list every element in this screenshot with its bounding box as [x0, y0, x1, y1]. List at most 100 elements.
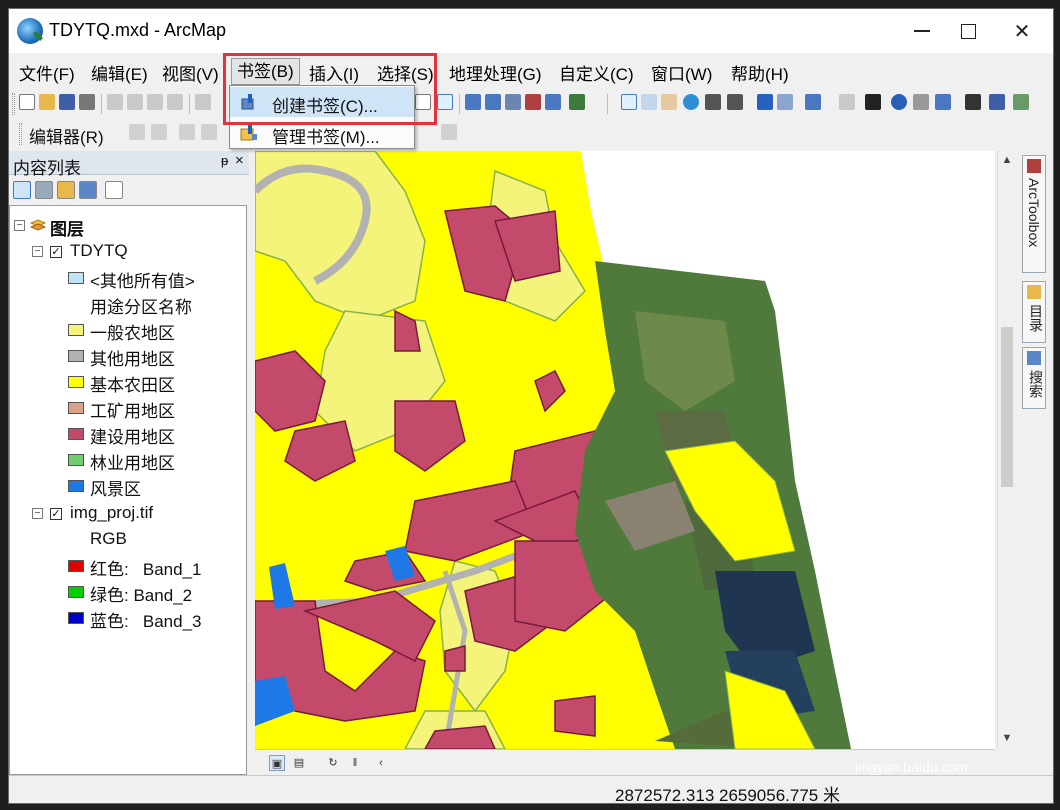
- chart-icon[interactable]: [437, 94, 453, 110]
- toolbar-grip[interactable]: [12, 93, 15, 115]
- map-display[interactable]: [255, 151, 995, 749]
- pin-icon[interactable]: ᵽ: [221, 153, 228, 168]
- attributes-icon[interactable]: [441, 124, 457, 140]
- cursor-coordinates: 2872572.313 2659056.775 米: [615, 786, 840, 804]
- zoom-out-icon[interactable]: [641, 94, 657, 110]
- go-to-xy-icon[interactable]: [989, 94, 1005, 110]
- collapse-icon[interactable]: −: [32, 508, 43, 519]
- menu-bar: 文件(F) 编辑(E) 视图(V) 书签(B) 插入(I) 选择(S) 地理处理…: [9, 55, 1053, 87]
- arctoolbox-icon[interactable]: [525, 94, 541, 110]
- fixed-zoom-out-icon[interactable]: [727, 94, 743, 110]
- minimize-button[interactable]: [899, 9, 945, 53]
- html-popup-icon[interactable]: [935, 94, 951, 110]
- scroll-left-icon[interactable]: ‹: [373, 755, 389, 771]
- legend-field-label: 用途分区名称: [90, 298, 192, 317]
- close-button[interactable]: ✕: [999, 9, 1045, 53]
- python-window-icon[interactable]: [545, 94, 561, 110]
- print-icon[interactable]: [79, 94, 95, 110]
- search-window-icon[interactable]: [505, 94, 521, 110]
- new-document-icon[interactable]: [19, 94, 35, 110]
- band-item: 蓝色: Band_3: [68, 606, 238, 631]
- layout-view-icon[interactable]: ▤: [291, 755, 307, 771]
- layer-row-img-proj[interactable]: − ✓ img_proj.tif: [32, 502, 232, 526]
- open-folder-icon[interactable]: [39, 94, 55, 110]
- pan-icon[interactable]: [661, 94, 677, 110]
- save-icon[interactable]: [59, 94, 75, 110]
- catalog-icon[interactable]: [485, 94, 501, 110]
- scrollbar-thumb[interactable]: [1001, 327, 1013, 487]
- legend-item: 其他用地区: [68, 344, 238, 369]
- back-icon[interactable]: [757, 94, 773, 110]
- list-by-source-icon[interactable]: [35, 181, 53, 199]
- menu-customize[interactable]: 自定义(C): [559, 60, 634, 85]
- dock-tab-arctoolbox[interactable]: ArcToolbox: [1022, 155, 1046, 273]
- dock-tab-search[interactable]: 搜索: [1022, 347, 1046, 409]
- layer-row-tdytq[interactable]: − ✓ TDYTQ: [32, 240, 232, 264]
- create-bookmark-menu-item[interactable]: 创建书签(C)...: [230, 87, 414, 117]
- model-builder-icon[interactable]: [569, 94, 585, 110]
- full-extent-icon[interactable]: [683, 94, 699, 110]
- legend-swatch: [68, 324, 84, 336]
- cut-icon[interactable]: [107, 94, 123, 110]
- clear-selection-icon[interactable]: [839, 94, 855, 110]
- collapse-icon[interactable]: −: [14, 220, 25, 231]
- list-by-selection-icon[interactable]: [79, 181, 97, 199]
- paste-icon[interactable]: [147, 94, 163, 110]
- menu-geoprocessing[interactable]: 地理处理(G): [449, 60, 542, 85]
- zoom-in-icon[interactable]: [621, 94, 637, 110]
- forward-icon[interactable]: [777, 94, 793, 110]
- table-icon[interactable]: [465, 94, 481, 110]
- delete-icon[interactable]: [167, 94, 183, 110]
- legend-item: 工矿用地区: [68, 396, 238, 421]
- toc-close-icon[interactable]: ×: [235, 152, 244, 169]
- manage-bookmarks-menu-item[interactable]: 管理书签(M)...: [230, 118, 414, 148]
- menu-edit[interactable]: 编辑(E): [91, 60, 148, 85]
- legend-swatch: [68, 480, 84, 492]
- list-by-drawing-order-icon[interactable]: [13, 181, 31, 199]
- list-by-visibility-icon[interactable]: [57, 181, 75, 199]
- standard-toolbar: [9, 89, 1053, 119]
- select-features-icon[interactable]: [805, 94, 821, 110]
- scroll-down-icon[interactable]: ▼: [1000, 731, 1014, 745]
- layer-visibility-checkbox[interactable]: ✓: [50, 246, 62, 258]
- toolbar-grip[interactable]: [19, 123, 22, 145]
- fixed-zoom-in-icon[interactable]: [705, 94, 721, 110]
- map-vertical-scrollbar[interactable]: ▲ ▼: [997, 151, 1015, 749]
- menu-selection[interactable]: 选择(S): [377, 60, 434, 85]
- end-point-arc-icon[interactable]: [201, 124, 217, 140]
- legend-swatch: [68, 350, 84, 362]
- arcmap-window: TDYTQ.mxd - ArcMap ✕ 文件(F) 编辑(E) 视图(V) 书…: [8, 8, 1054, 804]
- straight-segment-icon[interactable]: [179, 124, 195, 140]
- hyperlink-icon[interactable]: [913, 94, 929, 110]
- scroll-up-icon[interactable]: ▲: [1000, 153, 1014, 167]
- menu-file[interactable]: 文件(F): [19, 60, 75, 85]
- collapse-icon[interactable]: −: [32, 246, 43, 257]
- edit-annotation-icon[interactable]: [151, 124, 167, 140]
- measure-icon[interactable]: [1013, 94, 1029, 110]
- menu-view[interactable]: 视图(V): [162, 60, 219, 85]
- legend-item: 基本农田区: [68, 370, 238, 395]
- data-view-icon[interactable]: ▣: [269, 755, 285, 771]
- layer-visibility-checkbox[interactable]: ✓: [50, 508, 62, 520]
- undo-icon[interactable]: [195, 94, 211, 110]
- editor-menu-button[interactable]: 编辑器(R): [29, 123, 104, 148]
- editor-toggle-icon[interactable]: [415, 94, 431, 110]
- dock-tab-catalog[interactable]: 目录: [1022, 281, 1046, 343]
- edit-tool-icon[interactable]: [129, 124, 145, 140]
- menu-windows[interactable]: 窗口(W): [651, 60, 712, 85]
- pause-drawing-icon[interactable]: ǁ: [347, 755, 363, 771]
- status-bar: 2872572.313 2659056.775 米: [9, 775, 1053, 804]
- toc-options-icon[interactable]: [105, 181, 123, 199]
- refresh-icon[interactable]: ↻: [325, 755, 341, 771]
- menu-help[interactable]: 帮助(H): [731, 60, 789, 85]
- maximize-button[interactable]: [945, 9, 991, 53]
- find-icon[interactable]: [965, 94, 981, 110]
- menu-insert[interactable]: 插入(I): [309, 60, 359, 85]
- copy-icon[interactable]: [127, 94, 143, 110]
- identify-icon[interactable]: [891, 94, 907, 110]
- legend-swatch: [68, 376, 84, 388]
- layers-root-row[interactable]: − 图层: [14, 214, 214, 239]
- raster-rgb-label-row: RGB: [90, 528, 190, 552]
- menu-bookmarks[interactable]: 书签(B): [231, 58, 300, 85]
- select-elements-icon[interactable]: [865, 94, 881, 110]
